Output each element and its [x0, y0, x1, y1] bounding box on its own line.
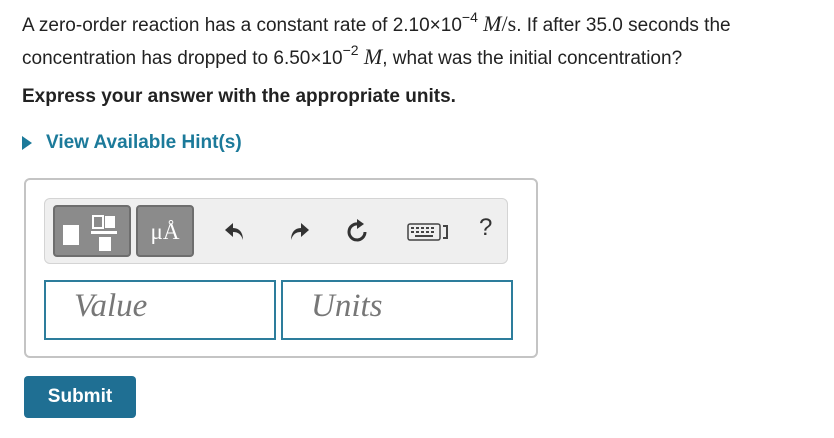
question-part3: , what was the initial concentration? — [382, 48, 683, 69]
exponent-2: −2 — [342, 41, 359, 58]
question-text: A zero-order reaction has a constant rat… — [22, 8, 828, 74]
units-placeholder: Units — [311, 288, 383, 324]
answer-instruction: Express your answer with the appropriate… — [22, 86, 456, 107]
templates-button[interactable] — [53, 205, 131, 257]
units-input[interactable]: Units — [281, 280, 513, 340]
undo-icon[interactable] — [223, 219, 249, 245]
view-hints-label: View Available Hint(s) — [46, 132, 242, 153]
question-part1: A zero-order reaction has a constant rat… — [22, 15, 462, 36]
reset-icon[interactable] — [345, 219, 371, 245]
value-input[interactable]: Value — [44, 280, 276, 340]
keyboard-icon[interactable] — [407, 221, 451, 243]
units-button[interactable]: μÅ — [136, 205, 194, 257]
redo-icon[interactable] — [285, 219, 311, 245]
view-hints-link[interactable]: View Available Hint(s) — [22, 132, 242, 154]
unit-molarity-1: M — [483, 11, 502, 36]
units-button-label: μÅ — [150, 219, 180, 244]
help-icon[interactable]: ? — [479, 214, 492, 242]
unit-per-second: /s — [501, 11, 517, 36]
unit-molarity-2: M — [363, 44, 383, 69]
exponent-1: −4 — [461, 8, 478, 25]
math-toolbar: μÅ ? — [44, 198, 508, 264]
submit-button[interactable]: Submit — [24, 376, 136, 418]
fraction-template-icon — [63, 215, 117, 251]
caret-right-icon — [22, 136, 32, 150]
answer-panel: μÅ ? Value Units — [24, 178, 538, 358]
value-placeholder: Value — [74, 288, 148, 324]
